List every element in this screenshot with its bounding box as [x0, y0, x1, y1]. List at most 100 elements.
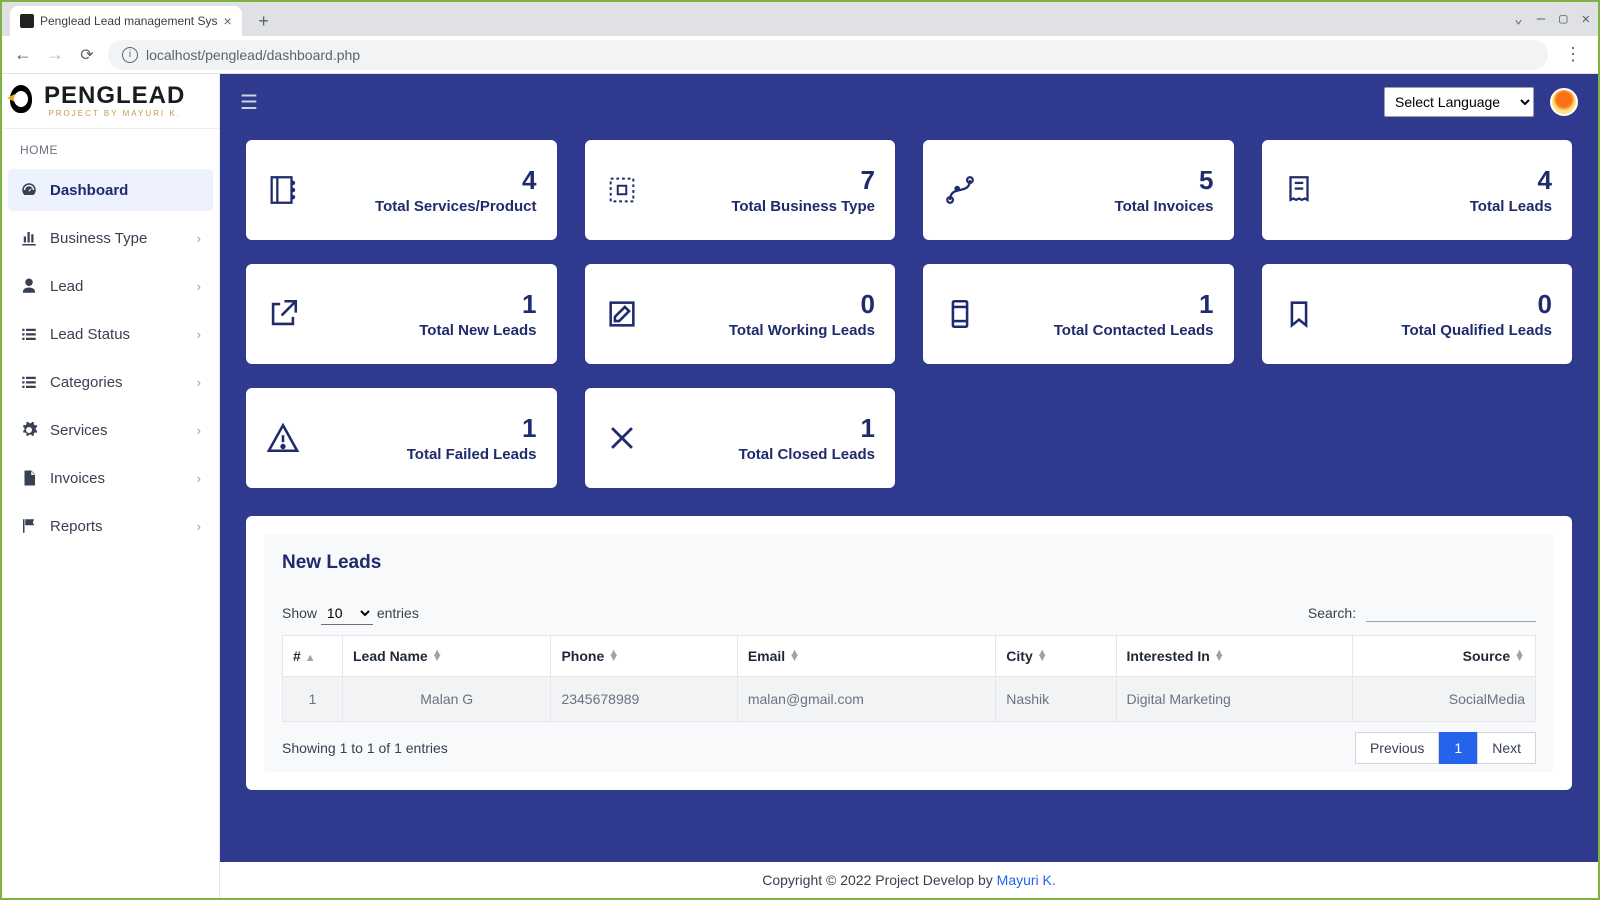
sidebar-item-label: Invoices — [50, 470, 105, 487]
card-number: 1 — [314, 413, 537, 444]
browser-menu-icon[interactable]: ⋮ — [1558, 44, 1588, 65]
reload-icon[interactable]: ⟳ — [76, 45, 98, 65]
language-select[interactable]: Select Language — [1384, 87, 1534, 117]
sidebar-item-label: Lead Status — [50, 326, 130, 343]
cell-email: malan@gmail.com — [737, 677, 995, 722]
col-city[interactable]: City▲▼ — [996, 636, 1116, 677]
col-lead-name[interactable]: Lead Name▲▼ — [343, 636, 551, 677]
leads-table: #▲ Lead Name▲▼ Phone▲▼ Email▲▼ City▲▼ In… — [282, 635, 1536, 722]
col-phone[interactable]: Phone▲▼ — [551, 636, 737, 677]
next-button[interactable]: Next — [1477, 732, 1536, 764]
search-control: Search: — [1308, 605, 1536, 622]
address-bar[interactable]: i localhost/penglead/dashboard.php — [108, 40, 1548, 70]
card-total-invoices[interactable]: 5Total Invoices — [923, 140, 1234, 240]
logo[interactable]: PENGLEAD PROJECT BY MAYURI K. — [2, 74, 219, 129]
cell-index: 1 — [283, 677, 343, 722]
sort-icon: ▲▼ — [789, 651, 800, 662]
book-icon — [266, 173, 300, 207]
card-number: 0 — [653, 289, 876, 320]
new-tab-button[interactable]: + — [252, 9, 276, 33]
main-area: ☰ Select Language 4Total Services/Produc… — [220, 74, 1598, 898]
back-icon[interactable]: ← — [12, 44, 34, 65]
external-link-icon — [266, 297, 300, 331]
tab-title: Penglead Lead management Sys — [40, 14, 217, 28]
sidebar-item-label: Dashboard — [50, 182, 128, 199]
sidebar-item-categories[interactable]: Categories › — [8, 361, 213, 403]
card-number: 1 — [314, 289, 537, 320]
target-icon — [605, 173, 639, 207]
avatar[interactable] — [1550, 88, 1578, 116]
col-interested[interactable]: Interested In▲▼ — [1116, 636, 1352, 677]
sidebar-item-business-type[interactable]: Business Type › — [8, 217, 213, 259]
card-number: 1 — [653, 413, 876, 444]
card-number: 7 — [653, 165, 876, 196]
col-source[interactable]: Source▲▼ — [1352, 636, 1535, 677]
cell-interest: Digital Marketing — [1116, 677, 1352, 722]
favicon — [20, 14, 34, 28]
card-label: Total Invoices — [991, 198, 1214, 215]
tab-close-icon[interactable]: × — [223, 13, 231, 29]
sidebar-item-services[interactable]: Services › — [8, 409, 213, 451]
site-info-icon[interactable]: i — [122, 47, 138, 63]
sidebar-item-label: Business Type — [50, 230, 147, 247]
entries-control: Show 10 entries — [282, 602, 419, 625]
page-size-select[interactable]: 10 — [321, 602, 373, 625]
card-total-business-type[interactable]: 7 Total Business Type — [585, 140, 896, 240]
forward-icon[interactable]: → — [44, 44, 66, 65]
sidebar-item-reports[interactable]: Reports › — [8, 505, 213, 547]
hamburger-icon[interactable]: ☰ — [240, 90, 258, 115]
footer-link[interactable]: Mayuri K. — [997, 872, 1056, 888]
card-working-leads[interactable]: 0 Total Working Leads — [585, 264, 896, 364]
col-index[interactable]: #▲ — [283, 636, 343, 677]
card-number: 1 — [991, 289, 1214, 320]
card-label: Total Business Type — [653, 198, 876, 215]
sidebar-item-lead-status[interactable]: Lead Status › — [8, 313, 213, 355]
receipt-icon — [1282, 173, 1316, 207]
warning-icon — [266, 421, 300, 455]
new-leads-panel: New Leads Show 10 entries Search: — [246, 516, 1572, 790]
col-email[interactable]: Email▲▼ — [737, 636, 995, 677]
content: 4Total Services/Product 7 Total Business … — [220, 130, 1598, 862]
chevron-right-icon: › — [197, 327, 201, 342]
card-total-leads[interactable]: 4Total Leads — [1262, 140, 1573, 240]
card-label: Total Contacted Leads — [991, 322, 1214, 339]
sidebar: PENGLEAD PROJECT BY MAYURI K. HOME Dashb… — [2, 74, 220, 898]
card-qualified-leads[interactable]: 0Total Qualified Leads — [1262, 264, 1573, 364]
phone-icon — [943, 297, 977, 331]
browser-tab[interactable]: Penglead Lead management Sys × — [10, 6, 242, 36]
card-failed-leads[interactable]: 1Total Failed Leads — [246, 388, 557, 488]
search-input[interactable] — [1366, 605, 1536, 622]
logo-name: PENGLEAD — [44, 84, 185, 108]
card-new-leads[interactable]: 1Total New Leads — [246, 264, 557, 364]
list-icon — [20, 373, 38, 391]
user-icon — [20, 277, 38, 295]
sidebar-item-lead[interactable]: Lead › — [8, 265, 213, 307]
minimize-icon[interactable]: — — [1537, 11, 1545, 27]
card-closed-leads[interactable]: 1Total Closed Leads — [585, 388, 896, 488]
card-contacted-leads[interactable]: 1 Total Contacted Leads — [923, 264, 1234, 364]
card-total-services[interactable]: 4Total Services/Product — [246, 140, 557, 240]
sort-icon: ▲▼ — [432, 651, 443, 662]
sidebar-item-dashboard[interactable]: Dashboard — [8, 169, 213, 211]
prev-button[interactable]: Previous — [1355, 732, 1439, 764]
topbar: ☰ Select Language — [220, 74, 1598, 130]
maximize-icon[interactable]: ▢ — [1559, 11, 1567, 27]
sidebar-item-invoices[interactable]: Invoices › — [8, 457, 213, 499]
page-button[interactable]: 1 — [1439, 732, 1477, 764]
pagination: Previous 1 Next — [1355, 732, 1536, 764]
table-row[interactable]: 1 Malan G 2345678989 malan@gmail.com Nas… — [283, 677, 1536, 722]
penguin-logo-icon — [4, 81, 44, 121]
bookmark-icon — [1282, 297, 1316, 331]
card-label: Total Qualified Leads — [1330, 322, 1553, 339]
chevron-right-icon: › — [197, 231, 201, 246]
gauge-icon — [20, 181, 38, 199]
file-icon — [20, 469, 38, 487]
browser-toolbar: ← → ⟳ i localhost/penglead/dashboard.php… — [2, 36, 1598, 74]
close-window-icon[interactable]: ✕ — [1582, 11, 1590, 27]
sort-asc-icon: ▲ — [305, 656, 316, 662]
dropdown-caret-icon[interactable]: ⌄ — [1514, 11, 1522, 27]
card-label: Total Working Leads — [653, 322, 876, 339]
edit-icon — [605, 297, 639, 331]
chevron-right-icon: › — [197, 519, 201, 534]
sort-icon: ▲▼ — [1514, 651, 1525, 662]
